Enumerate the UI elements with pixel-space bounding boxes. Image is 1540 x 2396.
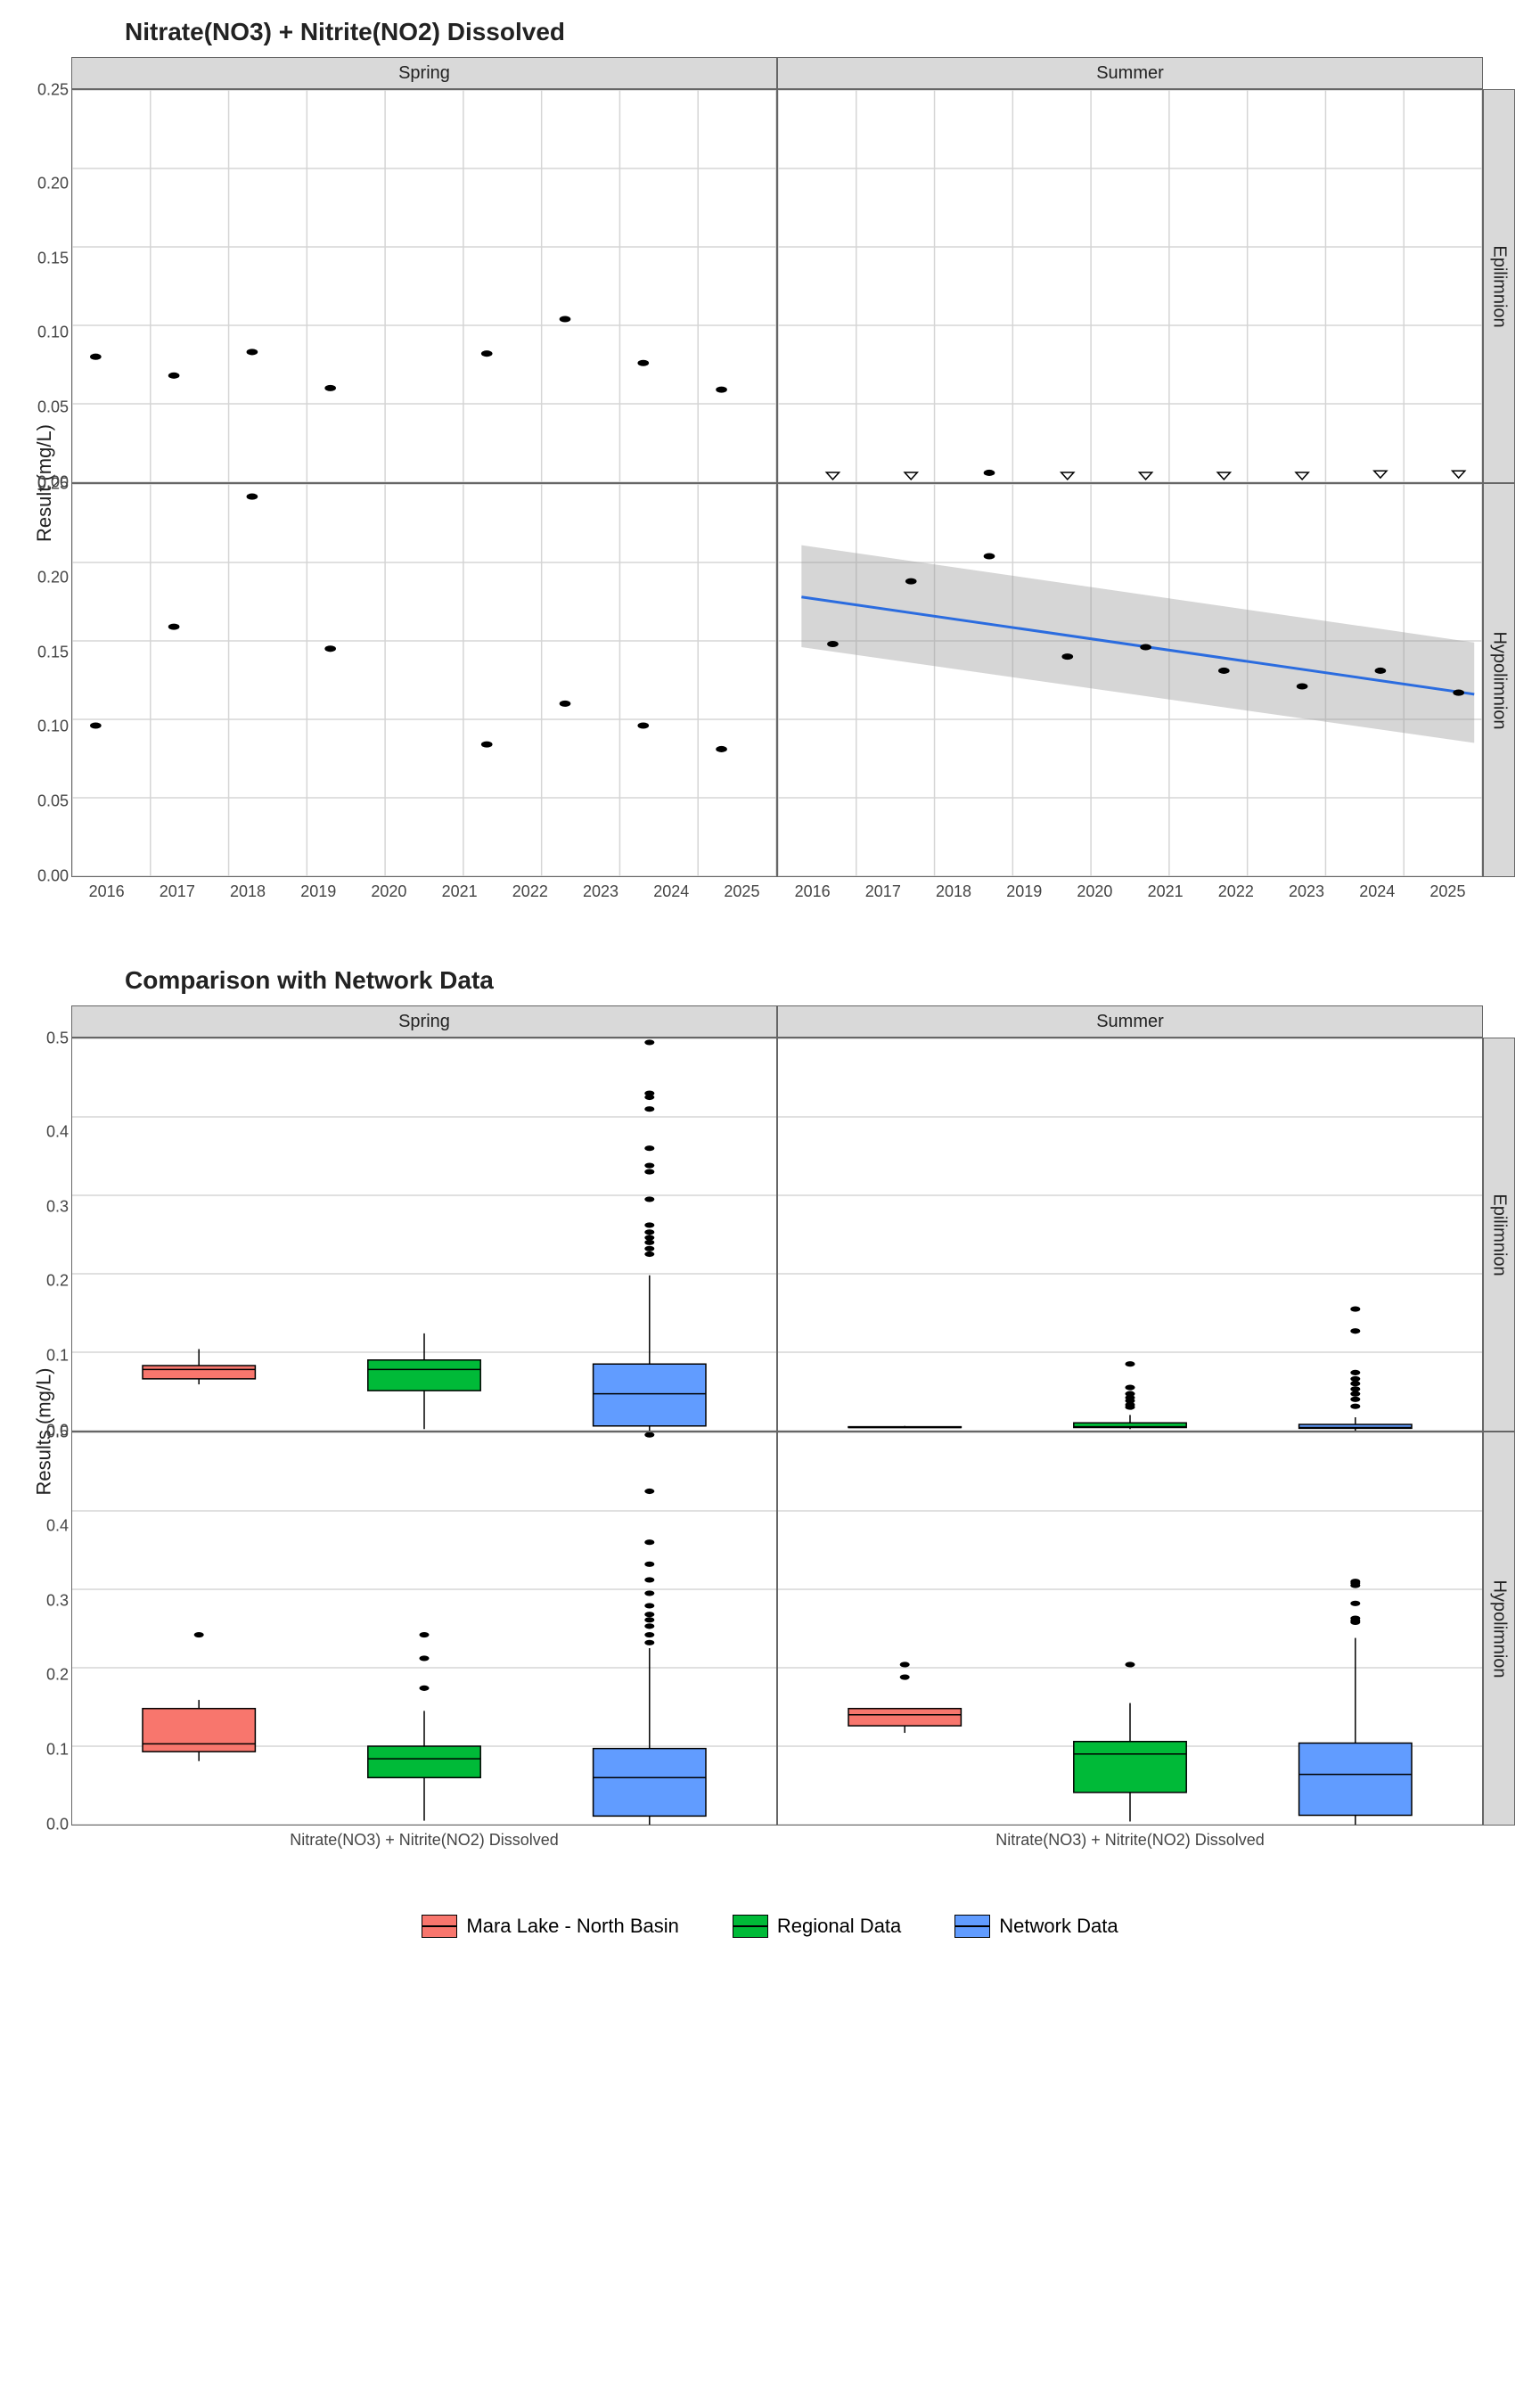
row-strip-hypo: Hypolimnion xyxy=(1483,483,1515,877)
yaxis-ticks: 0.00.10.20.30.40.5 xyxy=(20,1432,69,1825)
box-spring-hypo: 0.00.10.20.30.40.5 xyxy=(71,1432,777,1826)
row-strip-hypo2: Hypolimnion xyxy=(1483,1432,1515,1826)
panel-spring-hypo: 0.000.050.100.150.200.25 xyxy=(71,483,777,877)
row-strip-epi: Epilimnion xyxy=(1483,89,1515,483)
row-strip-epi2: Epilimnion xyxy=(1483,1038,1515,1432)
chart1-title: Nitrate(NO3) + Nitrite(NO2) Dissolved xyxy=(125,18,1522,46)
legend-swatch-icon xyxy=(954,1915,990,1938)
legend-item-regional: Regional Data xyxy=(733,1915,901,1938)
legend-swatch-icon xyxy=(733,1915,768,1938)
panel-summer-epi xyxy=(777,89,1483,483)
legend-item-mara: Mara Lake - North Basin xyxy=(422,1915,678,1938)
legend-swatch-icon xyxy=(422,1915,457,1938)
yaxis-ticks: 0.00.10.20.30.40.5 xyxy=(20,1038,69,1431)
yaxis-ticks: 0.000.050.100.150.200.25 xyxy=(20,484,69,876)
legend-label: Network Data xyxy=(999,1915,1118,1938)
col-strip-summer2: Summer xyxy=(777,1005,1483,1038)
legend-label: Regional Data xyxy=(777,1915,901,1938)
yaxis-ticks: 0.000.050.100.150.200.25 xyxy=(20,90,69,482)
box-summer-hypo xyxy=(777,1432,1483,1826)
scatter-facet-block: Nitrate(NO3) + Nitrite(NO2) Dissolved Sp… xyxy=(18,18,1522,931)
box-spring-epi: 0.00.10.20.30.40.5 xyxy=(71,1038,777,1432)
xaxis-box2: Nitrate(NO3) + Nitrite(NO2) Dissolved xyxy=(777,1826,1483,1879)
xaxis-box1: Nitrate(NO3) + Nitrite(NO2) Dissolved xyxy=(71,1826,777,1879)
legend-label: Mara Lake - North Basin xyxy=(466,1915,678,1938)
chart2-grid: Spring Summer Results (mg/L) 0.00.10.20.… xyxy=(18,1005,1515,1879)
panel-summer-hypo xyxy=(777,483,1483,877)
xaxis-spring: 2016201720182019202020212022202320242025 xyxy=(71,877,777,931)
boxplot-facet-block: Comparison with Network Data Spring Summ… xyxy=(18,966,1522,1879)
panel-spring-epi: 0.000.050.100.150.200.25 xyxy=(71,89,777,483)
box-summer-epi xyxy=(777,1038,1483,1432)
col-strip-summer: Summer xyxy=(777,57,1483,89)
col-strip-spring2: Spring xyxy=(71,1005,777,1038)
chart1-grid: Spring Summer Result (mg/L) 0.000.050.10… xyxy=(18,57,1515,931)
legend-item-network: Network Data xyxy=(954,1915,1118,1938)
xaxis-summer: 2016201720182019202020212022202320242025 xyxy=(777,877,1483,931)
chart2-title: Comparison with Network Data xyxy=(125,966,1522,995)
legend: Mara Lake - North Basin Regional Data Ne… xyxy=(18,1915,1522,1938)
col-strip-spring: Spring xyxy=(71,57,777,89)
